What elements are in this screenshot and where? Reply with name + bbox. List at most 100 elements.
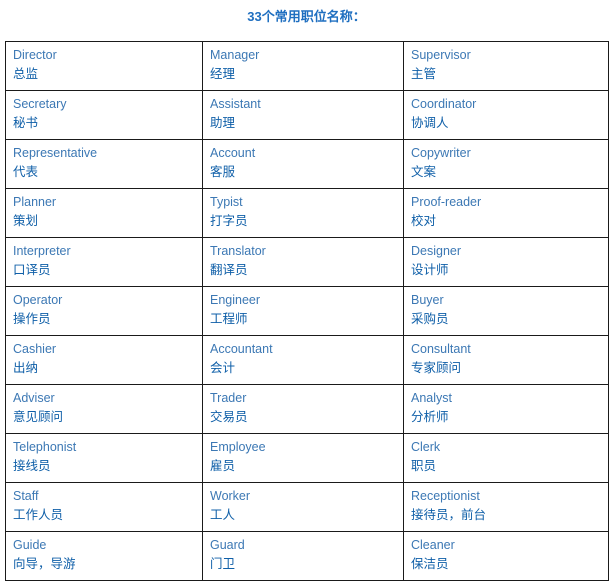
job-title-cell: Director 总监 xyxy=(5,41,203,91)
job-title-english: Staff xyxy=(13,489,39,503)
job-title-cell: Operator 操作员 xyxy=(5,286,203,336)
job-title-english: Secretary xyxy=(13,97,67,111)
job-title-chinese: 秘书 xyxy=(13,115,39,130)
job-title-chinese: 文案 xyxy=(411,164,437,179)
job-title-cell: Supervisor 主管 xyxy=(403,41,609,91)
job-title-cell: Analyst 分析师 xyxy=(403,384,609,434)
job-title-cell: Interpreter 口译员 xyxy=(5,237,203,287)
job-title-cell: Planner 策划 xyxy=(5,188,203,238)
job-title-cell: Worker 工人 xyxy=(202,482,404,532)
job-title-chinese: 打字员 xyxy=(210,213,248,228)
job-title-chinese: 接线员 xyxy=(13,458,51,473)
job-title-english: Guard xyxy=(210,538,245,552)
job-title-cell: Cashier 出纳 xyxy=(5,335,203,385)
job-title-cell: Receptionist 接待员，前台 xyxy=(403,482,609,532)
job-title-cell: Secretary 秘书 xyxy=(5,90,203,140)
job-title-cell: Manager 经理 xyxy=(202,41,404,91)
job-title-cell: Assistant 助理 xyxy=(202,90,404,140)
job-title-english: Designer xyxy=(411,244,462,258)
table-row: Telephonist 接线员 Employee 雇员 Clerk 职员 xyxy=(5,433,609,483)
table-row: Interpreter 口译员 Translator 翻译员 Designer 设计师 xyxy=(5,237,609,287)
job-title-english: Consultant xyxy=(411,342,471,356)
job-title-cell: Guard 门卫 xyxy=(202,531,404,581)
job-title-cell: Designer 设计师 xyxy=(403,237,609,287)
job-title-english: Proof-reader xyxy=(411,195,482,209)
job-title-chinese: 接待员，前台 xyxy=(411,507,487,522)
job-title-chinese: 协调人 xyxy=(411,115,449,130)
job-title-english: Representative xyxy=(13,146,98,160)
job-title-english: Telephonist xyxy=(13,440,77,454)
job-title-english: Assistant xyxy=(210,97,261,111)
job-title-cell: Clerk 职员 xyxy=(403,433,609,483)
job-title-english: Employee xyxy=(210,440,266,454)
job-title-english: Adviser xyxy=(13,391,55,405)
job-title-cell: Coordinator 协调人 xyxy=(403,90,609,140)
job-title-english: Cleaner xyxy=(411,538,455,552)
table-row: Secretary 秘书 Assistant 助理 Coordinator 协调人 xyxy=(5,90,609,140)
job-titles-table: Director 总监 Manager 经理 Supervisor 主管 Secretary… xyxy=(5,41,609,581)
job-title-chinese: 校对 xyxy=(411,213,437,228)
job-title-cell: Staff 工作人员 xyxy=(5,482,203,532)
job-title-english: Buyer xyxy=(411,293,444,307)
job-title-english: Engineer xyxy=(210,293,261,307)
job-title-cell: Cleaner 保洁员 xyxy=(403,531,609,581)
job-title-chinese: 口译员 xyxy=(13,262,51,277)
job-title-cell: Adviser 意见顾问 xyxy=(5,384,203,434)
job-title-english: Guide xyxy=(13,538,47,552)
job-title-cell: Representative 代表 xyxy=(5,139,203,189)
job-title-english: Worker xyxy=(210,489,251,503)
job-title-english: Account xyxy=(210,146,256,160)
job-title-chinese: 出纳 xyxy=(13,360,39,375)
job-title-chinese: 雇员 xyxy=(210,458,236,473)
job-title-cell: Copywriter 文案 xyxy=(403,139,609,189)
job-title-english: Translator xyxy=(210,244,266,258)
job-title-english: Typist xyxy=(210,195,243,209)
job-title-chinese: 主管 xyxy=(411,66,437,81)
job-title-cell: Proof-reader 校对 xyxy=(403,188,609,238)
job-title-english: Analyst xyxy=(411,391,452,405)
job-title-chinese: 交易员 xyxy=(210,409,248,424)
job-title-cell: Accountant 会计 xyxy=(202,335,404,385)
job-title-chinese: 工作人员 xyxy=(13,507,64,522)
job-title-english: Cashier xyxy=(13,342,57,356)
job-title-chinese: 门卫 xyxy=(210,556,236,571)
table-row: Representative 代表 Account 客服 Copywriter 文案 xyxy=(5,139,609,189)
job-title-chinese: 操作员 xyxy=(13,311,51,326)
job-title-english: Operator xyxy=(13,293,63,307)
job-title-cell: Consultant 专家顾问 xyxy=(403,335,609,385)
job-title-chinese: 翻译员 xyxy=(210,262,248,277)
job-title-chinese: 策划 xyxy=(13,213,39,228)
job-title-cell: Trader 交易员 xyxy=(202,384,404,434)
job-title-cell: Typist 打字员 xyxy=(202,188,404,238)
job-title-chinese: 采购员 xyxy=(411,311,449,326)
job-title-chinese: 客服 xyxy=(210,164,236,179)
table-row: Planner 策划 Typist 打字员 Proof-reader 校对 xyxy=(5,188,609,238)
table-row: Guide 向导，导游 Guard 门卫 Cleaner 保洁员 xyxy=(5,531,609,581)
job-title-chinese: 总监 xyxy=(13,66,39,81)
table-row: Director 总监 Manager 经理 Supervisor 主管 xyxy=(5,41,609,91)
table-row: Staff 工作人员 Worker 工人 Receptionist 接待员，前台 xyxy=(5,482,609,532)
job-titles-table-body: Director 总监 Manager 经理 Supervisor 主管 Secretary… xyxy=(5,41,609,581)
table-row: Adviser 意见顾问 Trader 交易员 Analyst 分析师 xyxy=(5,384,609,434)
job-title-english: Accountant xyxy=(210,342,273,356)
job-title-english: Supervisor xyxy=(411,48,471,62)
job-title-english: Manager xyxy=(210,48,260,62)
job-title-chinese: 保洁员 xyxy=(411,556,449,571)
job-title-chinese: 向导，导游 xyxy=(13,556,76,571)
job-title-chinese: 工人 xyxy=(210,507,236,522)
job-title-cell: Employee 雇员 xyxy=(202,433,404,483)
table-row: Operator 操作员 Engineer 工程师 Buyer 采购员 xyxy=(5,286,609,336)
table-row: Cashier 出纳 Accountant 会计 Consultant 专家顾问 xyxy=(5,335,609,385)
job-title-chinese: 意见顾问 xyxy=(13,409,64,424)
job-title-cell: Telephonist 接线员 xyxy=(5,433,203,483)
job-title-chinese: 经理 xyxy=(210,66,236,81)
job-title-cell: Engineer 工程师 xyxy=(202,286,404,336)
job-title-english: Receptionist xyxy=(411,489,480,503)
job-title-chinese: 分析师 xyxy=(411,409,449,424)
job-title-cell: Account 客服 xyxy=(202,139,404,189)
document-page: 33个常用职位名称： Director 总监 Manager 经理 Supervisor… xyxy=(0,0,613,581)
job-title-cell: Buyer 采购员 xyxy=(403,286,609,336)
job-title-cell: Guide 向导，导游 xyxy=(5,531,203,581)
job-title-cell: Translator 翻译员 xyxy=(202,237,404,287)
job-title-chinese: 助理 xyxy=(210,115,236,130)
